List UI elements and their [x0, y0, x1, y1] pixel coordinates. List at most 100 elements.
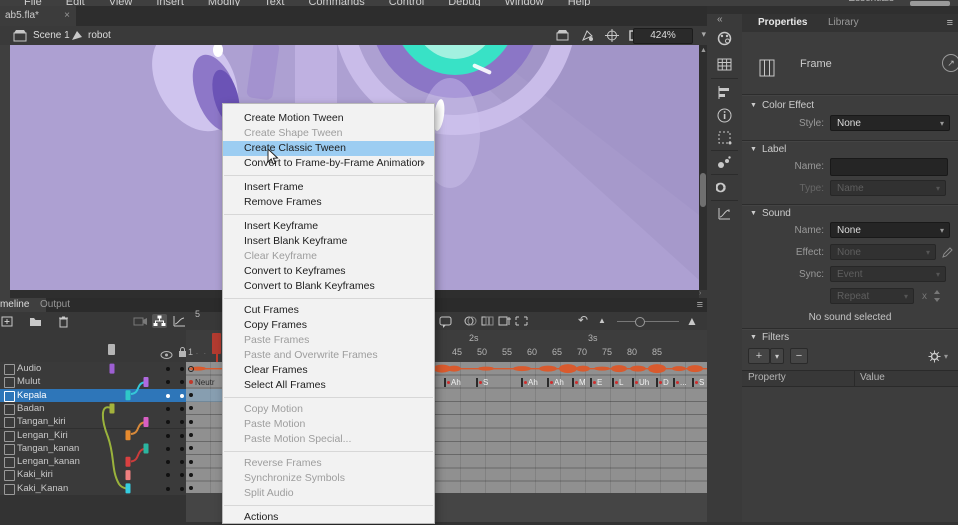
- menu-item-cut-frames[interactable]: Cut Frames: [223, 303, 434, 318]
- filter-options-gear-icon[interactable]: [928, 350, 941, 368]
- layer-lock-dot[interactable]: [180, 420, 184, 424]
- layer-row-audio[interactable]: Audio: [0, 362, 186, 376]
- edit-symbol-icon[interactable]: [581, 29, 595, 42]
- layer-visibility-dot[interactable]: [166, 394, 170, 398]
- menu-commands[interactable]: Commands: [296, 0, 376, 6]
- tab-library[interactable]: Library: [818, 14, 869, 32]
- properties-panel-menu-icon[interactable]: ≡: [947, 17, 953, 29]
- close-icon[interactable]: ×: [64, 6, 70, 26]
- info-panel-icon[interactable]: [716, 107, 733, 124]
- delete-layer-icon[interactable]: [56, 314, 71, 328]
- remove-filter-button[interactable]: −: [790, 348, 808, 364]
- menu-help[interactable]: Help: [556, 0, 603, 6]
- stage-vertical-scrollbar[interactable]: ▲: [699, 45, 707, 290]
- camera-icon[interactable]: [133, 314, 148, 328]
- layer-row-badan[interactable]: Badan: [0, 402, 186, 416]
- layer-lock-dot[interactable]: [180, 394, 184, 398]
- layer-visibility-dot[interactable]: [166, 487, 170, 491]
- menu-edit[interactable]: Edit: [54, 0, 97, 6]
- menu-view[interactable]: View: [97, 0, 145, 6]
- timeline-zoom-slider[interactable]: [617, 321, 679, 322]
- menu-item-convert-to-frame-by-frame[interactable]: Convert to Frame-by-Frame Animation›: [223, 156, 434, 171]
- menu-item-convert-to-keyframes[interactable]: Convert to Keyframes: [223, 264, 434, 279]
- cc-libraries-panel-icon[interactable]: [716, 179, 733, 196]
- swatches-panel-icon[interactable]: [716, 56, 733, 73]
- timeline-panel-menu-icon[interactable]: ≡: [697, 299, 703, 311]
- onion-skin-outline-icon[interactable]: [480, 314, 495, 328]
- add-filter-chevron[interactable]: ▾: [770, 348, 784, 364]
- layer-visibility-dot[interactable]: [166, 420, 170, 424]
- tab-properties[interactable]: Properties: [748, 14, 817, 32]
- edit-multiple-frames-icon[interactable]: [497, 314, 512, 328]
- sound-name-select[interactable]: None▾: [830, 222, 950, 238]
- collapse-dock-icon[interactable]: «: [717, 14, 723, 25]
- layer-row-mulut[interactable]: Mulut: [0, 375, 186, 389]
- layer-visibility-dot[interactable]: [166, 460, 170, 464]
- layer-visibility-dot[interactable]: [166, 473, 170, 477]
- graph-editor-icon[interactable]: [172, 314, 187, 328]
- edit-sound-pencil-icon[interactable]: [941, 246, 953, 264]
- center-frame-icon[interactable]: [605, 29, 619, 42]
- help-icon[interactable]: ↗: [942, 54, 958, 72]
- menu-modify[interactable]: Modify: [196, 0, 252, 6]
- menu-item-insert-blank-keyframe[interactable]: Insert Blank Keyframe: [223, 234, 434, 249]
- menu-window[interactable]: Window: [493, 0, 556, 6]
- layer-row-kepala[interactable]: Kepala: [0, 389, 186, 403]
- brush-library-panel-icon[interactable]: [716, 154, 733, 171]
- reset-zoom-icon[interactable]: ↶: [578, 314, 593, 328]
- history-chart-panel-icon[interactable]: [716, 205, 733, 222]
- layer-visibility-dot[interactable]: [166, 407, 170, 411]
- layer-row-kaki-kiri[interactable]: Kaki_kiri: [0, 468, 186, 482]
- align-panel-icon[interactable]: [716, 84, 733, 101]
- section-color-effect[interactable]: ▼Color Effect: [750, 100, 814, 111]
- gear-chevron-icon[interactable]: ▾: [944, 352, 948, 361]
- layer-visibility-dot[interactable]: [166, 380, 170, 384]
- layer-lock-dot[interactable]: [180, 380, 184, 384]
- loop-icon[interactable]: [438, 314, 453, 328]
- section-label[interactable]: ▼Label: [750, 144, 786, 155]
- layer-lock-dot[interactable]: [180, 407, 184, 411]
- menu-item-convert-to-blank-keyframes[interactable]: Convert to Blank Keyframes: [223, 279, 434, 294]
- section-filters[interactable]: ▼Filters: [750, 332, 789, 343]
- menu-item-remove-frames[interactable]: Remove Frames: [223, 195, 434, 210]
- layer-lock-dot[interactable]: [180, 367, 184, 371]
- menu-item-insert-frame[interactable]: Insert Frame: [223, 180, 434, 195]
- edit-scene-icon[interactable]: [556, 29, 570, 42]
- menu-item-create-motion-tween[interactable]: Create Motion Tween: [223, 111, 434, 126]
- repeat-stepper[interactable]: [932, 289, 942, 308]
- label-name-input[interactable]: [830, 158, 948, 176]
- layer-row-tangan-kanan[interactable]: Tangan_kanan: [0, 442, 186, 456]
- menu-item-actions[interactable]: Actions: [223, 510, 434, 525]
- menu-insert[interactable]: Insert: [144, 0, 196, 6]
- layer-visibility-dot[interactable]: [166, 447, 170, 451]
- menu-item-insert-keyframe[interactable]: Insert Keyframe: [223, 219, 434, 234]
- layer-visibility-dot[interactable]: [166, 367, 170, 371]
- menu-file[interactable]: File: [12, 0, 54, 6]
- menu-item-create-classic-tween[interactable]: Create Classic Tween: [223, 141, 434, 156]
- playhead[interactable]: [212, 333, 221, 354]
- layer-lock-dot[interactable]: [180, 434, 184, 438]
- layer-lock-dot[interactable]: [180, 473, 184, 477]
- timeline-zoom-knob[interactable]: [635, 317, 645, 327]
- workspace-switcher[interactable]: Essentials: [848, 0, 894, 4]
- zoom-in-timeline-icon[interactable]: ▲: [686, 314, 701, 328]
- zoom-out-timeline-icon[interactable]: ▲: [598, 314, 613, 328]
- menu-item-select-all-frames[interactable]: Select All Frames: [223, 378, 434, 393]
- menu-debug[interactable]: Debug: [436, 0, 492, 6]
- modify-markers-icon[interactable]: [514, 314, 529, 328]
- search-box[interactable]: [910, 1, 950, 6]
- layer-row-lengan-kiri[interactable]: Lengan_Kiri: [0, 429, 186, 443]
- menu-item-copy-frames[interactable]: Copy Frames: [223, 318, 434, 333]
- add-filter-button[interactable]: +: [748, 348, 770, 364]
- new-layer-icon[interactable]: [0, 314, 15, 328]
- section-sound[interactable]: ▼Sound: [750, 208, 791, 219]
- menu-control[interactable]: Control: [377, 0, 436, 6]
- scroll-up-icon[interactable]: ▲: [700, 47, 707, 54]
- menu-item-clear-frames[interactable]: Clear Frames: [223, 363, 434, 378]
- tab-output[interactable]: Output: [32, 298, 78, 312]
- layer-row-tangan-kiri[interactable]: Tangan_kiri: [0, 415, 186, 429]
- breadcrumb-scene[interactable]: Scene 1: [33, 30, 70, 41]
- layer-parenting-view-icon[interactable]: [152, 314, 167, 328]
- layer-row-lengan-kanan[interactable]: Lengan_kanan: [0, 455, 186, 469]
- transform-panel-icon[interactable]: [716, 129, 733, 146]
